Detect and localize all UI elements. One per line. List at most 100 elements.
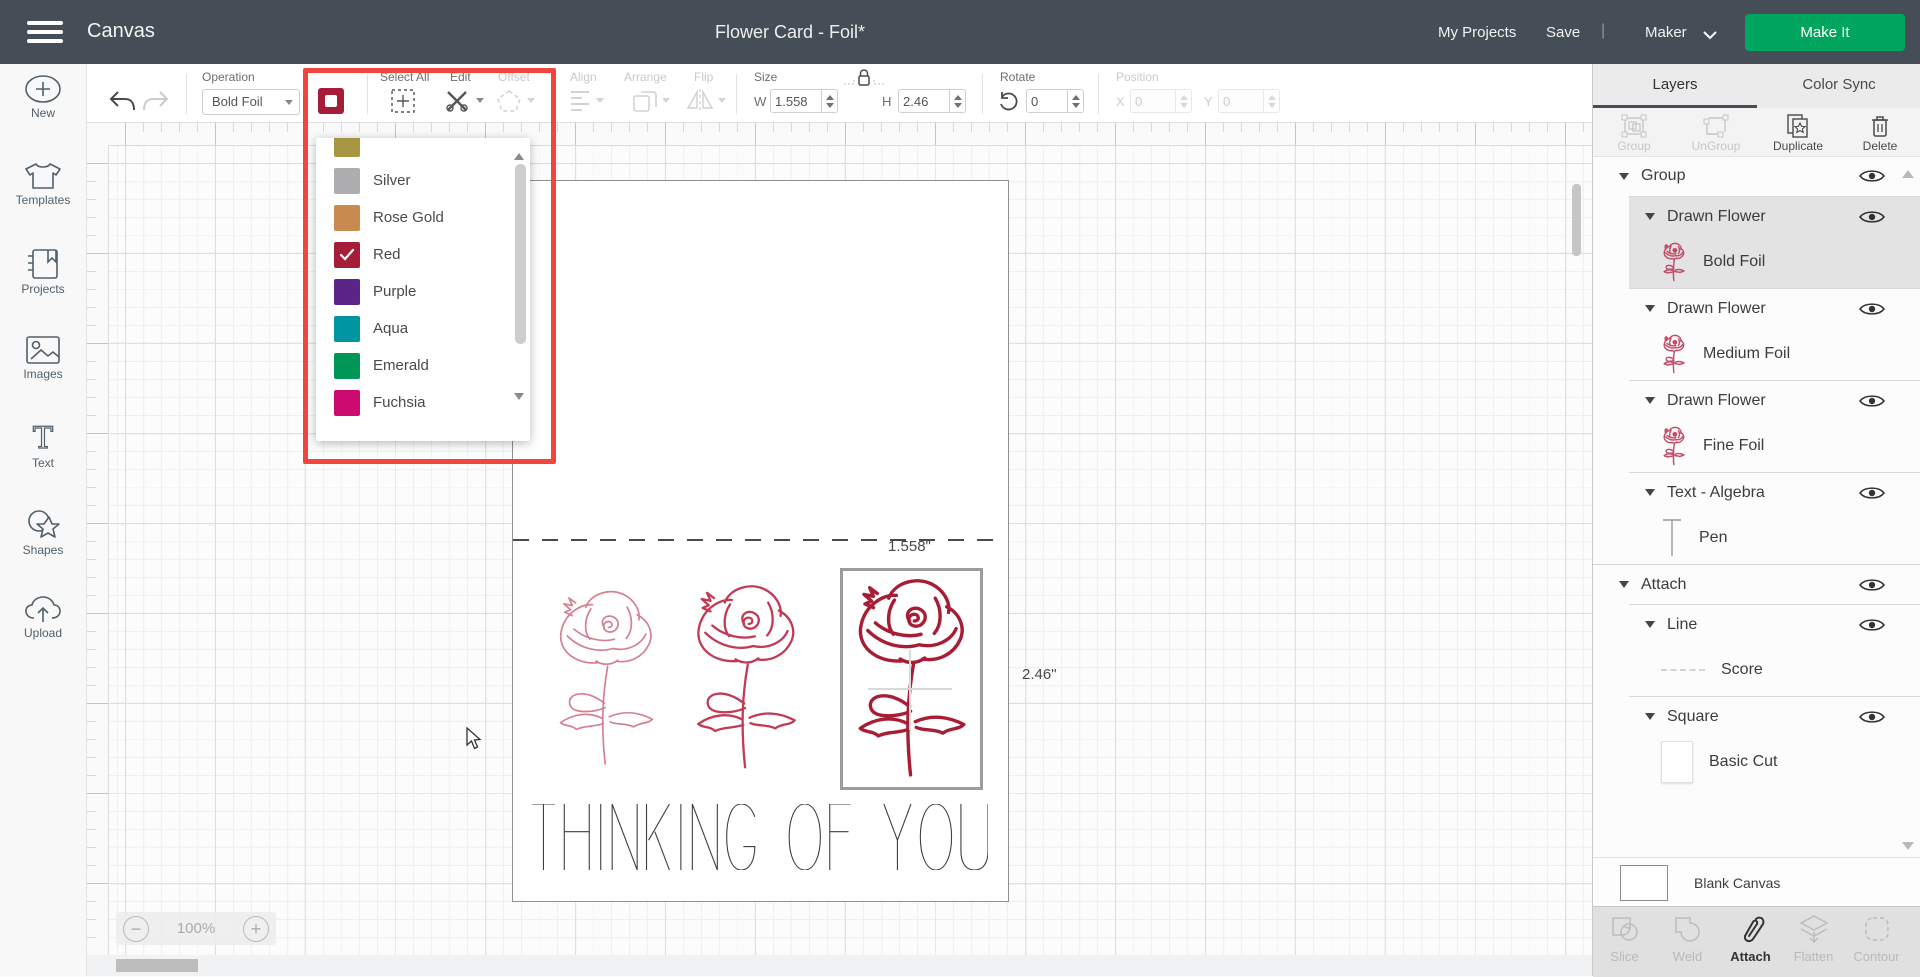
medium-foil-flower[interactable] <box>684 570 808 784</box>
height-input[interactable] <box>898 89 950 113</box>
select-all-icon[interactable] <box>390 88 416 114</box>
layer-row[interactable]: Fine Foil <box>1629 420 1920 472</box>
operation-color-swatch[interactable] <box>318 88 344 114</box>
dropdown-scroll-up-icon[interactable] <box>514 148 524 160</box>
layer-row[interactable]: Pen <box>1629 512 1920 564</box>
dropdown-scroll-down-icon[interactable] <box>514 393 524 405</box>
eye-icon[interactable] <box>1859 617 1885 633</box>
flip-label: Flip <box>694 70 713 84</box>
layer-row[interactable]: Medium Foil <box>1629 328 1920 380</box>
score-fold-line[interactable] <box>513 539 1006 541</box>
eye-icon[interactable] <box>1859 301 1885 317</box>
eye-icon[interactable] <box>1859 393 1885 409</box>
collapse-caret-icon[interactable] <box>1645 489 1655 501</box>
collapse-caret-icon[interactable] <box>1645 713 1655 725</box>
edit-label: Edit <box>450 70 471 84</box>
sidebar-item-shapes[interactable]: Shapes <box>0 499 86 586</box>
tree-scroll-down-icon[interactable] <box>1902 842 1914 856</box>
offset-icon <box>496 88 522 114</box>
selection-height-label: 2.46" <box>1022 666 1057 683</box>
vertical-scrollbar-thumb[interactable] <box>1572 184 1581 256</box>
duplicate-button[interactable]: Duplicate <box>1757 108 1839 156</box>
eye-icon[interactable] <box>1859 168 1885 184</box>
horizontal-scrollbar-thumb[interactable] <box>116 959 198 972</box>
eye-icon[interactable] <box>1859 709 1885 725</box>
operation-select[interactable]: Bold Foil <box>202 89 300 115</box>
sidebar-item-projects[interactable]: Projects <box>0 238 86 325</box>
sidebar-item-upload[interactable]: Upload <box>0 586 86 673</box>
card-message-text[interactable] <box>532 804 988 870</box>
sidebar-item-templates[interactable]: Templates <box>0 151 86 238</box>
edit-icon[interactable] <box>444 88 470 114</box>
color-option[interactable]: Purple <box>316 273 530 310</box>
collapse-caret-icon[interactable] <box>1619 581 1629 593</box>
chevron-down-icon[interactable] <box>1702 30 1718 40</box>
save-link[interactable]: Save <box>1546 24 1580 41</box>
tab-layers[interactable]: Layers <box>1593 64 1757 108</box>
layer-row[interactable]: Line <box>1629 604 1920 644</box>
collapse-caret-icon[interactable] <box>1619 173 1629 185</box>
color-name: Red <box>373 246 401 263</box>
eye-icon[interactable] <box>1859 485 1885 501</box>
sidebar-item-new[interactable]: New <box>0 64 86 151</box>
collapse-caret-icon[interactable] <box>1645 305 1655 317</box>
color-option[interactable] <box>316 138 530 162</box>
width-stepper[interactable] <box>822 89 838 113</box>
height-stepper[interactable] <box>950 89 966 113</box>
color-option[interactable]: Rose Gold <box>316 199 530 236</box>
layer-label: Drawn Flower <box>1667 300 1766 318</box>
color-option[interactable]: Emerald <box>316 347 530 384</box>
color-swatch <box>334 353 360 379</box>
layer-row[interactable]: Drawn Flower <box>1629 380 1920 420</box>
offset-caret-icon <box>527 98 535 107</box>
zoom-in-button[interactable]: + <box>243 916 269 942</box>
layer-row[interactable]: Attach <box>1593 564 1920 604</box>
color-option[interactable]: Fuchsia <box>316 384 530 421</box>
undo-icon[interactable] <box>108 90 136 112</box>
tab-color-sync[interactable]: Color Sync <box>1757 64 1920 108</box>
card-shape[interactable] <box>512 180 1009 902</box>
layer-row[interactable]: Basic Cut <box>1629 736 1920 788</box>
layer-row[interactable]: Drawn Flower <box>1629 196 1920 236</box>
eye-icon[interactable] <box>1859 209 1885 225</box>
zoom-out-button[interactable]: − <box>123 916 149 942</box>
layer-row[interactable]: Text - Algebra <box>1629 472 1920 512</box>
color-option[interactable]: Red <box>316 236 530 273</box>
delete-button[interactable]: Delete <box>1839 108 1920 156</box>
sidebar-item-images[interactable]: Text Images <box>0 325 86 412</box>
layer-row[interactable]: Bold Foil <box>1629 236 1920 288</box>
color-option[interactable]: Aqua <box>316 310 530 347</box>
layer-row[interactable]: Score <box>1629 644 1920 696</box>
tree-scroll-up-icon[interactable] <box>1902 164 1914 178</box>
collapse-caret-icon[interactable] <box>1645 213 1655 225</box>
my-projects-link[interactable]: My Projects <box>1438 24 1516 41</box>
group-icon <box>1621 114 1647 138</box>
attach-button[interactable]: Attach <box>1719 907 1782 977</box>
rotate-input[interactable] <box>1026 89 1068 113</box>
selection-bounding-box[interactable] <box>840 568 983 790</box>
projects-icon <box>26 248 60 280</box>
dropdown-scrollbar-thumb[interactable] <box>515 164 526 344</box>
color-option[interactable]: Silver <box>316 162 530 199</box>
menu-icon[interactable] <box>27 21 63 43</box>
machine-select[interactable]: Maker <box>1645 24 1687 41</box>
rotate-icon[interactable] <box>998 91 1020 113</box>
flatten-button: Flatten <box>1782 907 1845 977</box>
layer-row[interactable]: Square <box>1629 696 1920 736</box>
eye-icon[interactable] <box>1859 577 1885 593</box>
sidebar-item-text[interactable]: T Text <box>0 412 86 499</box>
collapse-caret-icon[interactable] <box>1645 621 1655 633</box>
width-input[interactable] <box>770 89 822 113</box>
chevron-down-icon <box>285 100 293 109</box>
edit-toolbar: Operation Bold Foil Select All Edit Offs… <box>86 64 1592 123</box>
fine-foil-flower[interactable] <box>547 572 665 784</box>
collapse-caret-icon[interactable] <box>1645 397 1655 409</box>
layer-row[interactable]: Group <box>1593 156 1920 196</box>
lock-icon[interactable] <box>842 68 886 88</box>
rotate-stepper[interactable] <box>1068 89 1084 113</box>
color-swatch <box>334 279 360 305</box>
edit-caret-icon[interactable] <box>476 98 484 107</box>
layer-row[interactable]: Drawn Flower <box>1629 288 1920 328</box>
make-it-button[interactable]: Make It <box>1745 14 1905 51</box>
blank-canvas-row[interactable]: Blank Canvas <box>1593 857 1920 907</box>
